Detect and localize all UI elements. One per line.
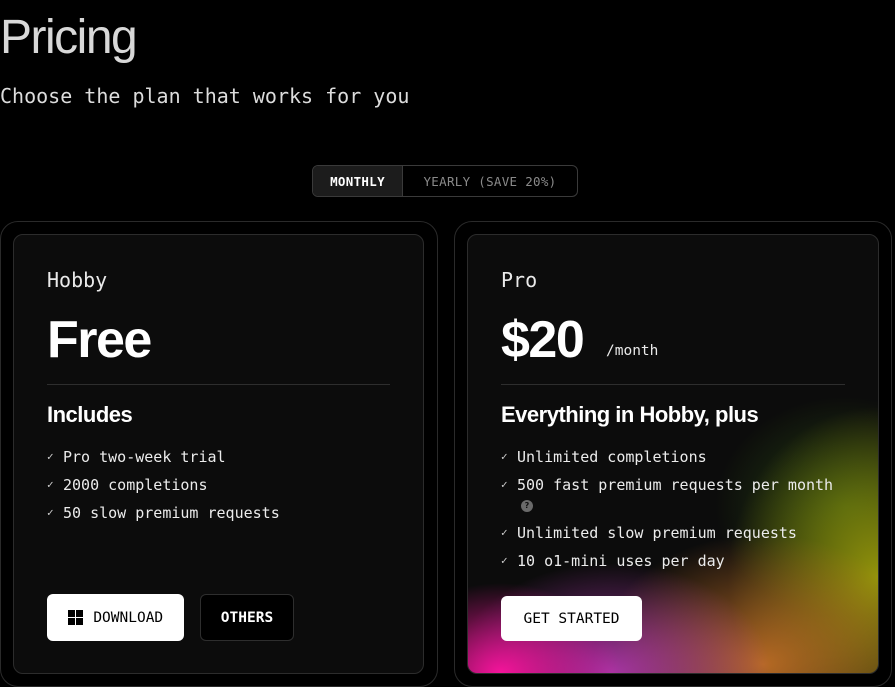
feature-item: ✓ Unlimited slow premium requests [501, 523, 845, 543]
check-icon: ✓ [47, 450, 54, 463]
feature-text: 2000 completions [63, 476, 208, 494]
feature-item: ✓ 10 o1-mini uses per day [501, 551, 845, 571]
get-started-button[interactable]: GET STARTED [501, 596, 642, 641]
page-title: Pricing [0, 11, 138, 64]
feature-list: ✓ Unlimited completions ✓ 500 fast premium… [501, 447, 845, 579]
features-heading: Includes [47, 402, 133, 427]
check-icon: ✓ [47, 478, 54, 491]
check-icon: ✓ [501, 554, 508, 567]
billing-toggle: MONTHLY YEARLY (SAVE 20%) [312, 165, 578, 197]
feature-text: 10 o1-mini uses per day [517, 552, 725, 570]
others-button[interactable]: OTHERS [200, 594, 294, 641]
plan-name: Pro [501, 268, 538, 292]
hobby-plan-card: Hobby Free Includes ✓ Pro two-week trial … [0, 221, 438, 687]
check-icon: ✓ [501, 478, 508, 491]
feature-text: Unlimited slow premium requests [517, 524, 797, 542]
feature-item: ✓ 2000 completions [47, 475, 390, 495]
feature-item: ✓ Unlimited completions [501, 447, 845, 467]
pro-plan-card-inner: Pro $20 /month Everything in Hobby, plus… [467, 234, 879, 674]
plan-price: $20 [501, 311, 585, 369]
divider [501, 384, 845, 385]
feature-item: ✓ Pro two-week trial [47, 447, 390, 467]
plan-price: Free [47, 311, 152, 369]
feature-text: 50 slow premium requests [63, 504, 280, 522]
page-subtitle: Choose the plan that works for you [0, 84, 410, 108]
check-icon: ✓ [501, 450, 508, 463]
plan-period: /month [606, 343, 659, 359]
billing-yearly-option[interactable]: YEARLY (SAVE 20%) [403, 166, 577, 196]
hobby-plan-card-inner: Hobby Free Includes ✓ Pro two-week trial … [13, 234, 424, 674]
divider [47, 384, 390, 385]
feature-item: ✓ 50 slow premium requests [47, 503, 390, 523]
windows-icon [67, 609, 84, 626]
billing-monthly-option[interactable]: MONTHLY [313, 166, 403, 196]
pro-plan-card: Pro $20 /month Everything in Hobby, plus… [454, 221, 892, 687]
feature-item: ✓ 500 fast premium requests per month? [501, 475, 845, 515]
feature-text: Unlimited completions [517, 448, 707, 466]
features-heading: Everything in Hobby, plus [501, 402, 759, 427]
feature-text: 500 fast premium requests per month [517, 476, 834, 494]
plan-name: Hobby [47, 268, 108, 292]
check-icon: ✓ [501, 526, 508, 539]
feature-text: Pro two-week trial [63, 448, 226, 466]
download-button[interactable]: DOWNLOAD [47, 594, 184, 641]
feature-list: ✓ Pro two-week trial ✓ 2000 completions ✓ 5… [47, 447, 390, 531]
help-icon[interactable]: ? [521, 499, 533, 512]
download-button-label: DOWNLOAD [93, 609, 164, 626]
check-icon: ✓ [47, 506, 54, 519]
